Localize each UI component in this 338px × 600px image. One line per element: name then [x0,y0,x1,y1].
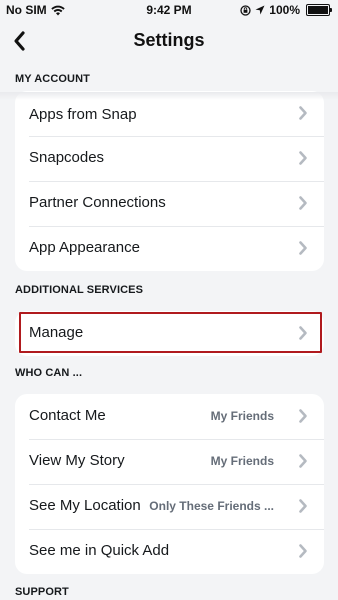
section-header-support: SUPPORT [15,586,69,598]
settings-row-contact-me[interactable]: Contact Me My Friends [15,394,324,439]
battery-icon [306,4,332,16]
chevron-right-icon [299,196,307,210]
row-value: Only These Friends ... [149,499,274,513]
row-label: Apps from Snap [29,106,137,123]
section-header-additional-services: ADDITIONAL SERVICES [15,284,144,296]
row-label: App Appearance [29,239,140,256]
row-label: View My Story [29,452,125,469]
status-right: 100% [240,3,332,17]
settings-row-quick-add[interactable]: See me in Quick Add [15,529,324,574]
row-label: Partner Connections [29,194,166,211]
my-account-card: Apps from Snap Snapcodes Partner Connect… [15,91,324,271]
who-can-card: Contact Me My Friends View My Story My F… [15,394,324,574]
row-value: My Friends [210,454,274,468]
location-arrow-icon [255,5,265,15]
settings-row-snapcodes[interactable]: Snapcodes [15,136,324,181]
row-label: Snapcodes [29,149,105,166]
row-label: See My Location [29,497,141,514]
settings-row-partner-connections[interactable]: Partner Connections [15,181,324,226]
settings-row-view-my-story[interactable]: View My Story My Friends [15,439,324,484]
page-title: Settings [133,30,205,50]
settings-row-manage[interactable]: Manage [15,311,324,356]
status-bar: No SIM 9:42 PM 100% [0,0,338,20]
rotation-lock-icon [240,4,251,16]
chevron-right-icon [299,499,307,513]
row-value: My Friends [210,409,274,423]
chevron-right-icon [299,454,307,468]
section-header-who-can: WHO CAN ... [15,367,83,379]
scroll-shadow [0,92,338,100]
additional-services-card: Manage [15,311,324,356]
chevron-right-icon [299,326,307,340]
settings-row-app-appearance[interactable]: App Appearance [15,226,324,271]
row-label: Contact Me [29,407,106,424]
chevron-right-icon [299,151,307,165]
row-label: Manage [29,324,84,341]
chevron-right-icon [299,106,307,120]
battery-percent: 100% [269,3,300,17]
row-label: See me in Quick Add [29,542,170,559]
nav-bar: Settings [0,22,338,62]
chevron-right-icon [299,241,307,255]
section-header-my-account: MY ACCOUNT [15,73,90,85]
settings-row-see-my-location[interactable]: See My Location Only These Friends ... [15,484,324,529]
chevron-right-icon [299,409,307,423]
chevron-right-icon [299,544,307,558]
